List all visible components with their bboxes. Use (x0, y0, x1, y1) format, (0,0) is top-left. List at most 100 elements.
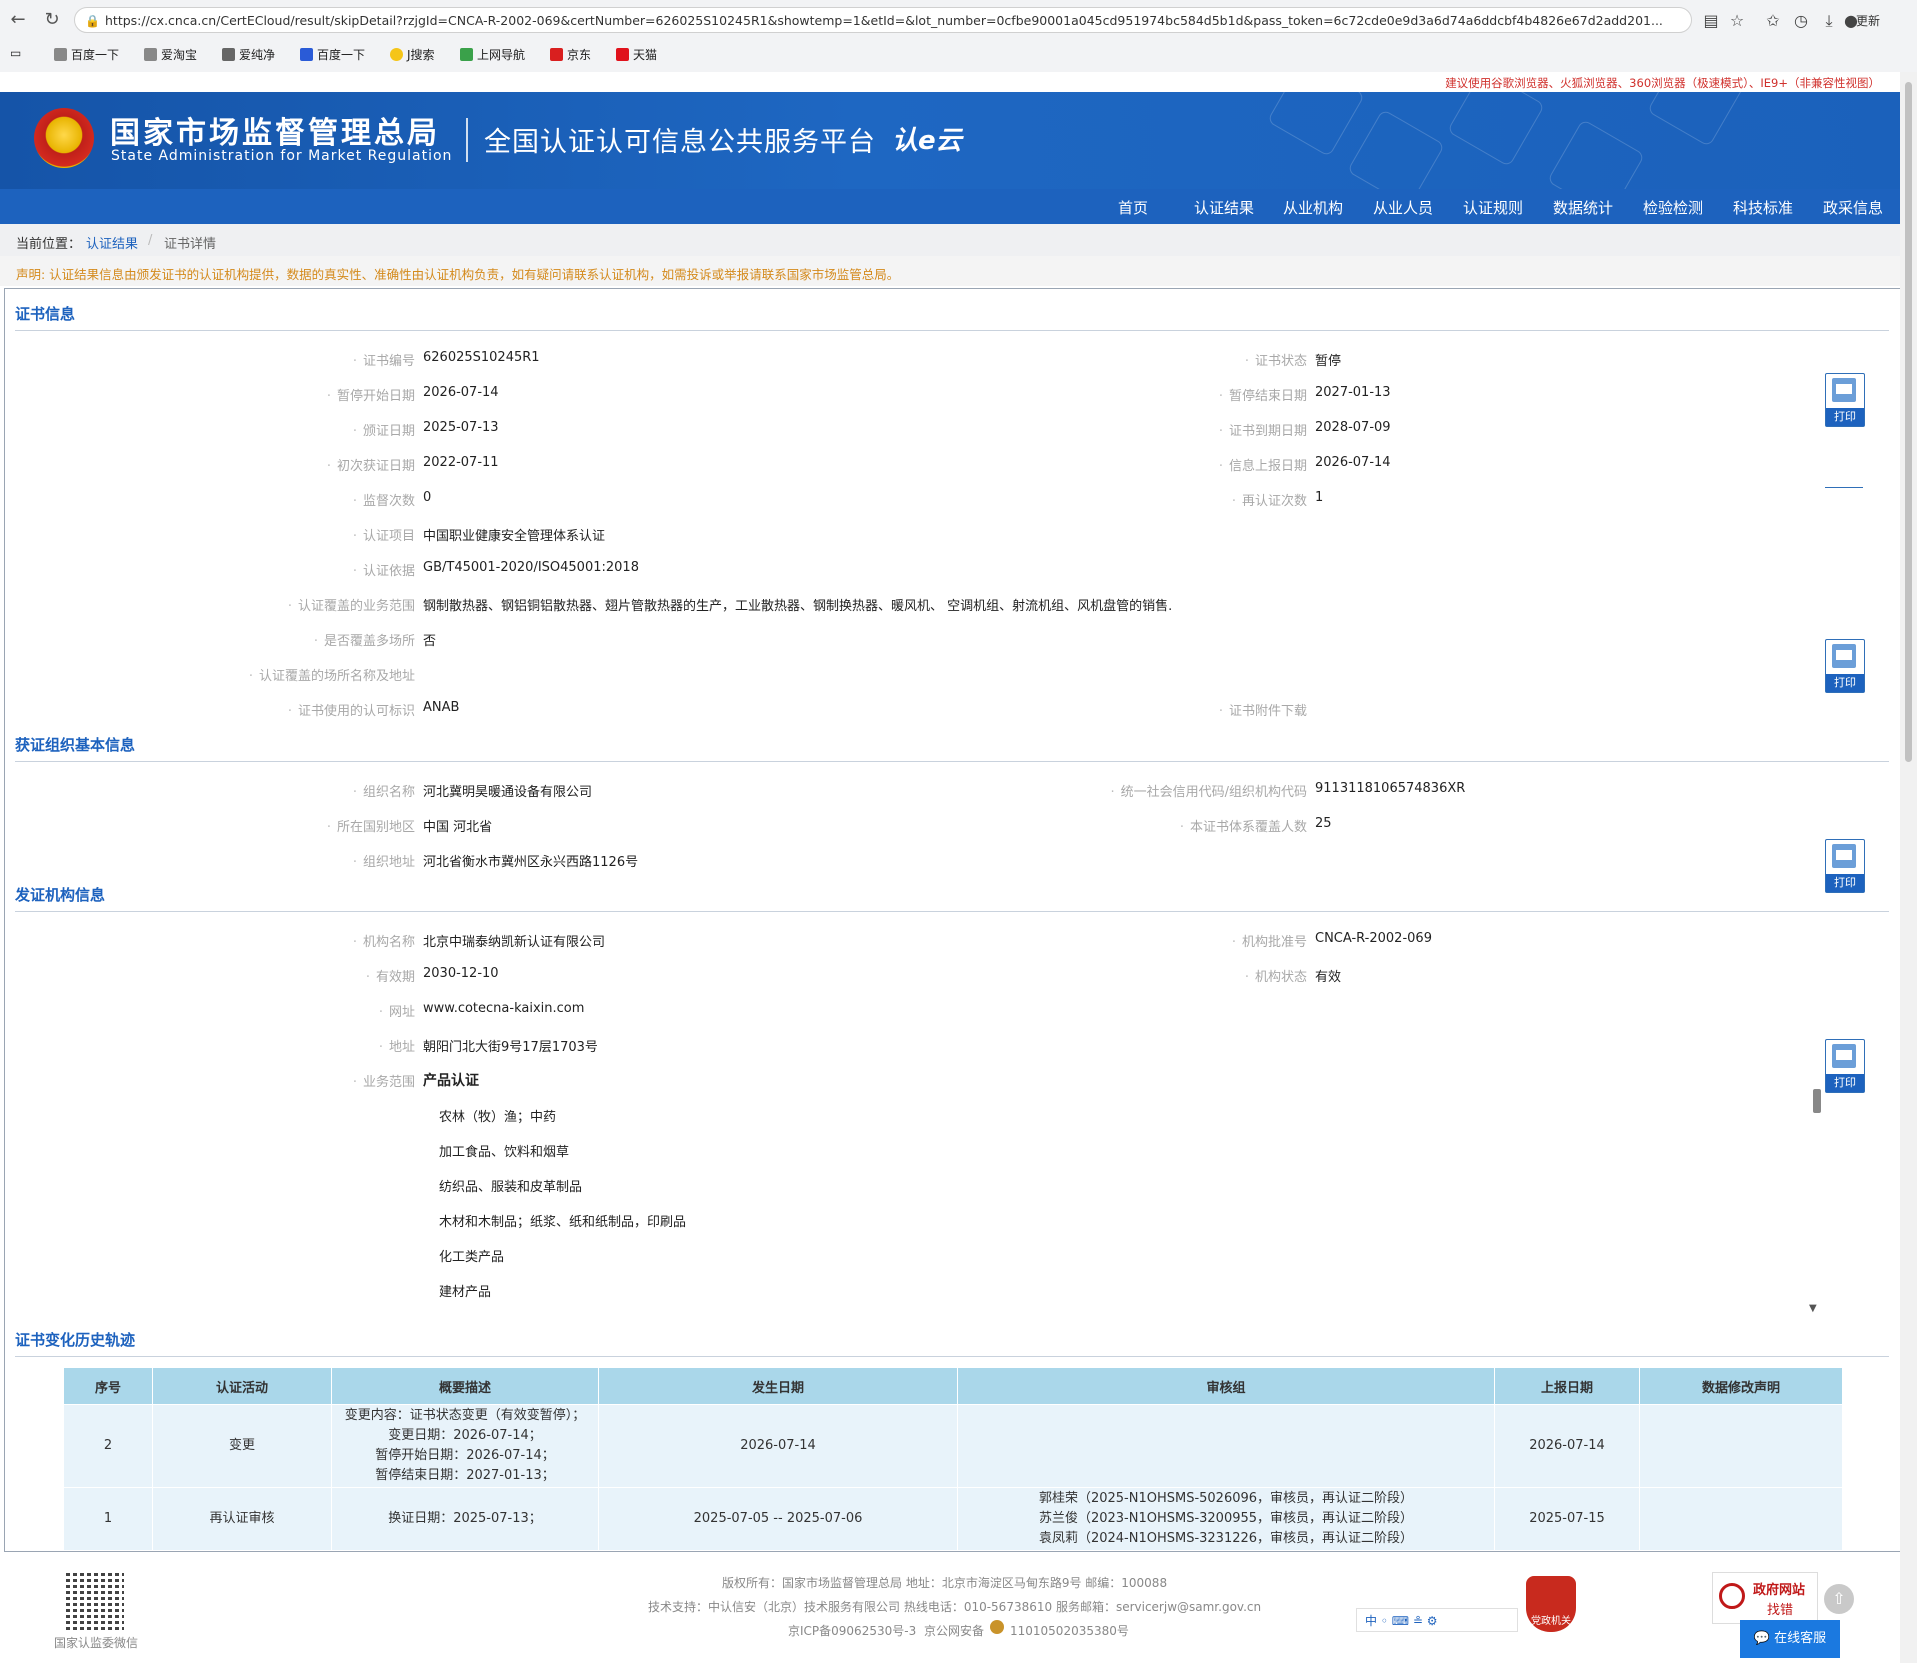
section-title-cert: 证书信息 (15, 305, 76, 323)
desc-line: 变更日期：2026-07-14； (388, 1428, 542, 1443)
cell-activity: 变更 (152, 1404, 332, 1488)
website-link[interactable]: www.cotecna-kaixin.com (423, 1001, 584, 1016)
favorites-icon[interactable]: ✩ (1762, 10, 1784, 32)
cell-team (957, 1404, 1495, 1488)
party-government-badge[interactable]: 党政机关 (1526, 1576, 1576, 1632)
nav-procurement[interactable]: 政采信息 (1823, 197, 1883, 218)
team-member: 袁凤莉（2024-N1OHSMS-3231226，审核员，再认证二阶段） (1038, 1531, 1414, 1546)
field-label: 组织名称 (75, 781, 415, 800)
field-label: 地址 (75, 1036, 415, 1055)
renyun-logo: 认e云 (892, 126, 962, 156)
field-label: 有效期 (75, 966, 415, 985)
print-button[interactable]: 打印 (1825, 639, 1865, 693)
field-label: 网址 (75, 1001, 415, 1020)
field-label: 机构状态 (967, 966, 1307, 985)
browser-tip-bar: 建议使用谷歌浏览器、火狐浏览器、360浏览器（极速模式）、IE9+（非兼容性视图… (0, 72, 1900, 92)
nav-results[interactable]: 认证结果 (1194, 197, 1254, 218)
breadcrumb-separator: / (148, 233, 153, 248)
download-icon[interactable]: ⤓ (1818, 10, 1840, 32)
online-service-button[interactable]: 💬 在线客服 (1740, 1620, 1840, 1658)
history-icon[interactable]: ◷ (1790, 10, 1812, 32)
field-value: 北京中瑞泰纳凯新认证有限公司 (423, 935, 606, 950)
footer-support: 技术支持：中认信安（北京）技术服务有限公司 热线电话：010-56738610 … (648, 1600, 1262, 1614)
site-title[interactable]: 国家市场监督管理总局 (110, 108, 440, 152)
nav-standards[interactable]: 科技标准 (1733, 197, 1793, 218)
gov-site-feedback[interactable]: 政府网站 找错 (1712, 1572, 1818, 1624)
field-value: ANAB (423, 700, 460, 715)
nav-statistics[interactable]: 数据统计 (1553, 197, 1613, 218)
field-value: 否 (423, 634, 437, 649)
detail-panel: 证书信息 证书编号 626025S10245R1 证书状态 暂停 暂停开始日期 … (4, 288, 1902, 1552)
field-value: CNCA-R-2002-069 (1315, 931, 1432, 946)
field-value: 朝阳门北大街9号17层1703号 (423, 1040, 598, 1055)
scrollbar-thumb[interactable] (1905, 82, 1912, 762)
printer-icon (1832, 378, 1856, 402)
print-button[interactable]: 打印 (1825, 373, 1865, 427)
nav-testing[interactable]: 检验检测 (1643, 197, 1703, 218)
nav-institutions[interactable]: 从业机构 (1283, 197, 1343, 218)
browser-tip: 建议使用谷歌浏览器、火狐浏览器、360浏览器（极速模式）、IE9+（非兼容性视图… (1445, 76, 1880, 90)
accessibility-toolbar[interactable]: 中 ◦ ⌨ ≗ ⚙ (1356, 1608, 1518, 1632)
field-label: 暂停开始日期 (75, 385, 415, 404)
url-bar[interactable]: 🔒 https://cx.cnca.cn/CertECloud/result/s… (74, 7, 1692, 33)
nav-icon (460, 48, 473, 61)
site-info-icon[interactable]: 🔒 (85, 8, 100, 32)
field-label: 机构名称 (75, 931, 415, 950)
decor-hexagon (1546, 118, 1646, 189)
print-label: 打印 (1826, 674, 1864, 692)
bookmark-item[interactable]: 天猫 (616, 46, 657, 63)
printer-icon (1832, 844, 1856, 868)
breadcrumb-link[interactable]: 认证结果 (86, 233, 138, 252)
field-value: 2022-07-11 (423, 455, 499, 470)
page-footer: 国家认监委微信 版权所有：国家市场监督管理总局 地址：北京市海淀区马甸东路9号 … (0, 1554, 1900, 1663)
nav-personnel[interactable]: 从业人员 (1373, 197, 1433, 218)
tab-icon[interactable]: ▭ (10, 46, 21, 60)
field-label: 初次获证日期 (75, 455, 415, 474)
page-scrollbar[interactable] (1900, 72, 1917, 1663)
field-label: 证书编号 (75, 350, 415, 369)
column-header: 发生日期 (598, 1367, 958, 1405)
bookmark-item[interactable]: 百度一下 (54, 46, 119, 63)
field-value: 2026-07-14 (423, 385, 499, 400)
scroll-down-icon[interactable]: ▼ (1809, 1303, 1817, 1314)
bookmark-item[interactable]: J搜索 (390, 46, 435, 63)
bookmark-item[interactable]: 爱纯净 (222, 46, 275, 63)
field-value: 2025-07-13 (423, 420, 499, 435)
field-value: 有效 (1315, 970, 1342, 985)
history-table: 序号 认证活动 概要描述 发生日期 审核组 上报日期 数据修改声明 2 变更 变… (63, 1367, 1843, 1551)
field-value: 钢制散热器、钢铝铜铝散热器、翅片管散热器的生产，工业散热器、钢制换热器、暖风机、… (423, 599, 1173, 614)
scrollbar-thumb[interactable] (1813, 1089, 1821, 1113)
nav-rules[interactable]: 认证规则 (1463, 197, 1523, 218)
bookmark-item[interactable]: 上网导航 (460, 46, 525, 63)
back-icon[interactable]: ← (6, 8, 30, 32)
jd-icon (550, 48, 563, 61)
back-to-top-button[interactable]: ⇧ (1824, 1584, 1854, 1614)
national-emblem-icon (34, 108, 94, 168)
section-divider (15, 911, 1889, 912)
police-record-link[interactable]: 11010502035380号 (1010, 1622, 1129, 1639)
cell-date: 2026-07-14 (598, 1404, 958, 1488)
nav-home[interactable]: 首页 (1118, 197, 1148, 218)
column-header: 数据修改声明 (1639, 1367, 1843, 1405)
print-button[interactable]: 打印 (1825, 1039, 1865, 1093)
cell-desc: 换证日期：2025-07-13； (331, 1487, 599, 1551)
icp-link[interactable]: 京ICP备09062530号-3 (788, 1622, 916, 1639)
bookmark-item[interactable]: 京东 (550, 46, 591, 63)
tmall-icon (616, 48, 629, 61)
reader-icon[interactable]: ▤ (1700, 10, 1722, 32)
bookmark-item[interactable]: 百度一下 (300, 46, 365, 63)
field-value: 2030-12-10 (423, 966, 499, 981)
field-label: 信息上报日期 (967, 455, 1307, 474)
breadcrumb: 当前位置： 认证结果 / 证书详情 (0, 224, 1900, 256)
scope-scrollbar[interactable] (1813, 1089, 1821, 1319)
print-button[interactable]: 打印 (1825, 839, 1865, 893)
column-header: 审核组 (957, 1367, 1495, 1405)
bookmark-item[interactable]: 爱淘宝 (144, 46, 197, 63)
platform-title: 全国认证认可信息公共服务平台 (484, 127, 876, 158)
section-title-history: 证书变化历史轨迹 (15, 1331, 136, 1349)
reload-icon[interactable]: ↻ (40, 8, 64, 32)
update-button[interactable]: 更新 (1856, 12, 1880, 29)
browser-chrome: ← ↻ 🔒 https://cx.cnca.cn/CertECloud/resu… (0, 0, 1917, 73)
field-label: 本证书体系覆盖人数 (967, 816, 1307, 835)
star-icon[interactable]: ☆ (1726, 10, 1748, 32)
